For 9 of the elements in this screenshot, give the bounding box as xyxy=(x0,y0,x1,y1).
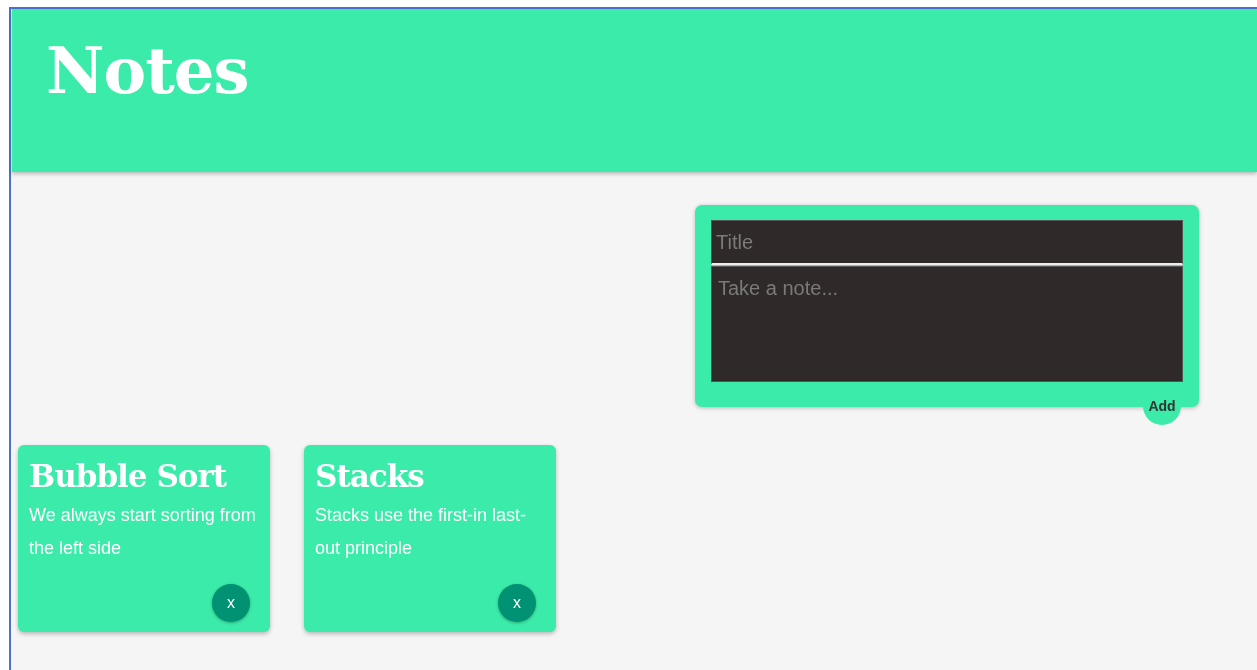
title-field[interactable]: Title xyxy=(711,220,1183,265)
note-title: Stacks xyxy=(315,459,425,494)
delete-button[interactable]: x xyxy=(498,584,536,622)
note-text: We always start sorting from the left side xyxy=(29,504,257,561)
note-title: Bubble Sort xyxy=(29,459,228,494)
note-field[interactable]: Take a note... xyxy=(711,266,1183,382)
note-text: Stacks use the first-in last-out principle xyxy=(315,504,528,561)
app-title: Notes xyxy=(46,39,250,103)
delete-button[interactable]: x xyxy=(212,584,250,622)
